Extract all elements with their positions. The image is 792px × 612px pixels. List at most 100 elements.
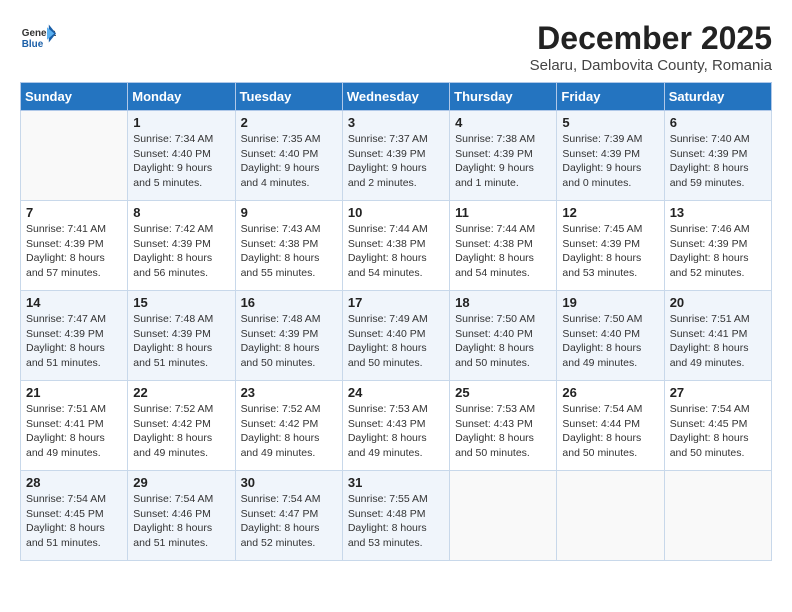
title-section: December 2025 Selaru, Dambovita County, …	[530, 20, 772, 74]
day-number: 31	[348, 475, 444, 490]
cell-content: Sunrise: 7:41 AMSunset: 4:39 PMDaylight:…	[26, 222, 122, 281]
day-number: 30	[241, 475, 337, 490]
cell-content: Sunrise: 7:35 AMSunset: 4:40 PMDaylight:…	[241, 132, 337, 191]
logo: General Blue	[20, 20, 60, 56]
cell-content: Sunrise: 7:48 AMSunset: 4:39 PMDaylight:…	[133, 312, 229, 371]
day-number: 24	[348, 385, 444, 400]
day-number: 28	[26, 475, 122, 490]
location-subtitle: Selaru, Dambovita County, Romania	[530, 57, 772, 74]
calendar-cell: 21 Sunrise: 7:51 AMSunset: 4:41 PMDayligh…	[21, 381, 128, 471]
day-number: 4	[455, 115, 551, 130]
cell-content: Sunrise: 7:51 AMSunset: 4:41 PMDaylight:…	[26, 402, 122, 461]
calendar-cell: 14 Sunrise: 7:47 AMSunset: 4:39 PMDayligh…	[21, 291, 128, 381]
cell-content: Sunrise: 7:54 AMSunset: 4:45 PMDaylight:…	[26, 492, 122, 551]
calendar-cell: 1 Sunrise: 7:34 AMSunset: 4:40 PMDaylight…	[128, 111, 235, 201]
cell-content: Sunrise: 7:54 AMSunset: 4:45 PMDaylight:…	[670, 402, 766, 461]
calendar-cell: 4Sunrise: 7:38 AMSunset: 4:39 PMDaylight…	[450, 111, 557, 201]
calendar-week-row: 28 Sunrise: 7:54 AMSunset: 4:45 PMDayligh…	[21, 471, 772, 561]
weekday-header-sunday: Sunday	[21, 83, 128, 111]
calendar-cell: 28 Sunrise: 7:54 AMSunset: 4:45 PMDayligh…	[21, 471, 128, 561]
calendar-cell	[450, 471, 557, 561]
cell-content: Sunrise: 7:48 AMSunset: 4:39 PMDaylight:…	[241, 312, 337, 371]
calendar-cell: 11 Sunrise: 7:44 AMSunset: 4:38 PMDayligh…	[450, 201, 557, 291]
calendar-cell: 18 Sunrise: 7:50 AMSunset: 4:40 PMDayligh…	[450, 291, 557, 381]
calendar-cell: 27Sunrise: 7:54 AMSunset: 4:45 PMDayligh…	[664, 381, 771, 471]
cell-content: Sunrise: 7:43 AMSunset: 4:38 PMDaylight:…	[241, 222, 337, 281]
cell-content: Sunrise: 7:49 AMSunset: 4:40 PMDaylight:…	[348, 312, 444, 371]
day-number: 22	[133, 385, 229, 400]
day-number: 11	[455, 205, 551, 220]
weekday-header-friday: Friday	[557, 83, 664, 111]
calendar-table: SundayMondayTuesdayWednesdayThursdayFrid…	[20, 82, 772, 561]
day-number: 21	[26, 385, 122, 400]
day-number: 10	[348, 205, 444, 220]
day-number: 23	[241, 385, 337, 400]
calendar-cell: 16 Sunrise: 7:48 AMSunset: 4:39 PMDayligh…	[235, 291, 342, 381]
cell-content: Sunrise: 7:44 AMSunset: 4:38 PMDaylight:…	[455, 222, 551, 281]
day-number: 18	[455, 295, 551, 310]
day-number: 13	[670, 205, 766, 220]
calendar-cell	[664, 471, 771, 561]
day-number: 20	[670, 295, 766, 310]
calendar-week-row: 1 Sunrise: 7:34 AMSunset: 4:40 PMDaylight…	[21, 111, 772, 201]
calendar-cell: 9 Sunrise: 7:43 AMSunset: 4:38 PMDaylight…	[235, 201, 342, 291]
month-year-title: December 2025	[530, 20, 772, 57]
cell-content: Sunrise: 7:52 AMSunset: 4:42 PMDaylight:…	[133, 402, 229, 461]
calendar-cell: 8Sunrise: 7:42 AMSunset: 4:39 PMDaylight…	[128, 201, 235, 291]
weekday-header-monday: Monday	[128, 83, 235, 111]
day-number: 29	[133, 475, 229, 490]
calendar-cell: 29 Sunrise: 7:54 AMSunset: 4:46 PMDayligh…	[128, 471, 235, 561]
day-number: 12	[562, 205, 658, 220]
day-number: 15	[133, 295, 229, 310]
calendar-cell	[557, 471, 664, 561]
weekday-header-thursday: Thursday	[450, 83, 557, 111]
weekday-header-row: SundayMondayTuesdayWednesdayThursdayFrid…	[21, 83, 772, 111]
day-number: 8	[133, 205, 229, 220]
day-number: 14	[26, 295, 122, 310]
calendar-cell: 17 Sunrise: 7:49 AMSunset: 4:40 PMDayligh…	[342, 291, 449, 381]
calendar-cell: 31 Sunrise: 7:55 AMSunset: 4:48 PMDayligh…	[342, 471, 449, 561]
day-number: 17	[348, 295, 444, 310]
calendar-cell: 12Sunrise: 7:45 AMSunset: 4:39 PMDayligh…	[557, 201, 664, 291]
cell-content: Sunrise: 7:37 AMSunset: 4:39 PMDaylight:…	[348, 132, 444, 191]
cell-content: Sunrise: 7:53 AMSunset: 4:43 PMDaylight:…	[348, 402, 444, 461]
calendar-week-row: 7 Sunrise: 7:41 AMSunset: 4:39 PMDaylight…	[21, 201, 772, 291]
cell-content: Sunrise: 7:47 AMSunset: 4:39 PMDaylight:…	[26, 312, 122, 371]
calendar-cell: 6 Sunrise: 7:40 AMSunset: 4:39 PMDaylight…	[664, 111, 771, 201]
day-number: 19	[562, 295, 658, 310]
cell-content: Sunrise: 7:50 AMSunset: 4:40 PMDaylight:…	[455, 312, 551, 371]
day-number: 1	[133, 115, 229, 130]
calendar-cell: 19Sunrise: 7:50 AMSunset: 4:40 PMDayligh…	[557, 291, 664, 381]
calendar-cell: 15 Sunrise: 7:48 AMSunset: 4:39 PMDayligh…	[128, 291, 235, 381]
cell-content: Sunrise: 7:51 AMSunset: 4:41 PMDaylight:…	[670, 312, 766, 371]
day-number: 7	[26, 205, 122, 220]
day-number: 16	[241, 295, 337, 310]
cell-content: Sunrise: 7:46 AMSunset: 4:39 PMDaylight:…	[670, 222, 766, 281]
calendar-cell: 22 Sunrise: 7:52 AMSunset: 4:42 PMDayligh…	[128, 381, 235, 471]
calendar-cell: 10 Sunrise: 7:44 AMSunset: 4:38 PMDayligh…	[342, 201, 449, 291]
logo-icon: General Blue	[20, 20, 56, 56]
day-number: 6	[670, 115, 766, 130]
calendar-cell	[21, 111, 128, 201]
cell-content: Sunrise: 7:44 AMSunset: 4:38 PMDaylight:…	[348, 222, 444, 281]
cell-content: Sunrise: 7:34 AMSunset: 4:40 PMDaylight:…	[133, 132, 229, 191]
calendar-cell: 20 Sunrise: 7:51 AMSunset: 4:41 PMDayligh…	[664, 291, 771, 381]
page-header: General Blue December 2025 Selaru, Dambo…	[20, 20, 772, 74]
cell-content: Sunrise: 7:40 AMSunset: 4:39 PMDaylight:…	[670, 132, 766, 191]
calendar-cell: 7 Sunrise: 7:41 AMSunset: 4:39 PMDaylight…	[21, 201, 128, 291]
calendar-cell: 25Sunrise: 7:53 AMSunset: 4:43 PMDayligh…	[450, 381, 557, 471]
day-number: 25	[455, 385, 551, 400]
calendar-week-row: 14 Sunrise: 7:47 AMSunset: 4:39 PMDayligh…	[21, 291, 772, 381]
calendar-cell: 26Sunrise: 7:54 AMSunset: 4:44 PMDayligh…	[557, 381, 664, 471]
calendar-cell: 30 Sunrise: 7:54 AMSunset: 4:47 PMDayligh…	[235, 471, 342, 561]
cell-content: Sunrise: 7:55 AMSunset: 4:48 PMDaylight:…	[348, 492, 444, 551]
calendar-cell: 23Sunrise: 7:52 AMSunset: 4:42 PMDayligh…	[235, 381, 342, 471]
day-number: 9	[241, 205, 337, 220]
calendar-cell: 2 Sunrise: 7:35 AMSunset: 4:40 PMDaylight…	[235, 111, 342, 201]
day-number: 2	[241, 115, 337, 130]
day-number: 3	[348, 115, 444, 130]
day-number: 5	[562, 115, 658, 130]
calendar-cell: 13 Sunrise: 7:46 AMSunset: 4:39 PMDayligh…	[664, 201, 771, 291]
cell-content: Sunrise: 7:54 AMSunset: 4:46 PMDaylight:…	[133, 492, 229, 551]
cell-content: Sunrise: 7:54 AMSunset: 4:47 PMDaylight:…	[241, 492, 337, 551]
